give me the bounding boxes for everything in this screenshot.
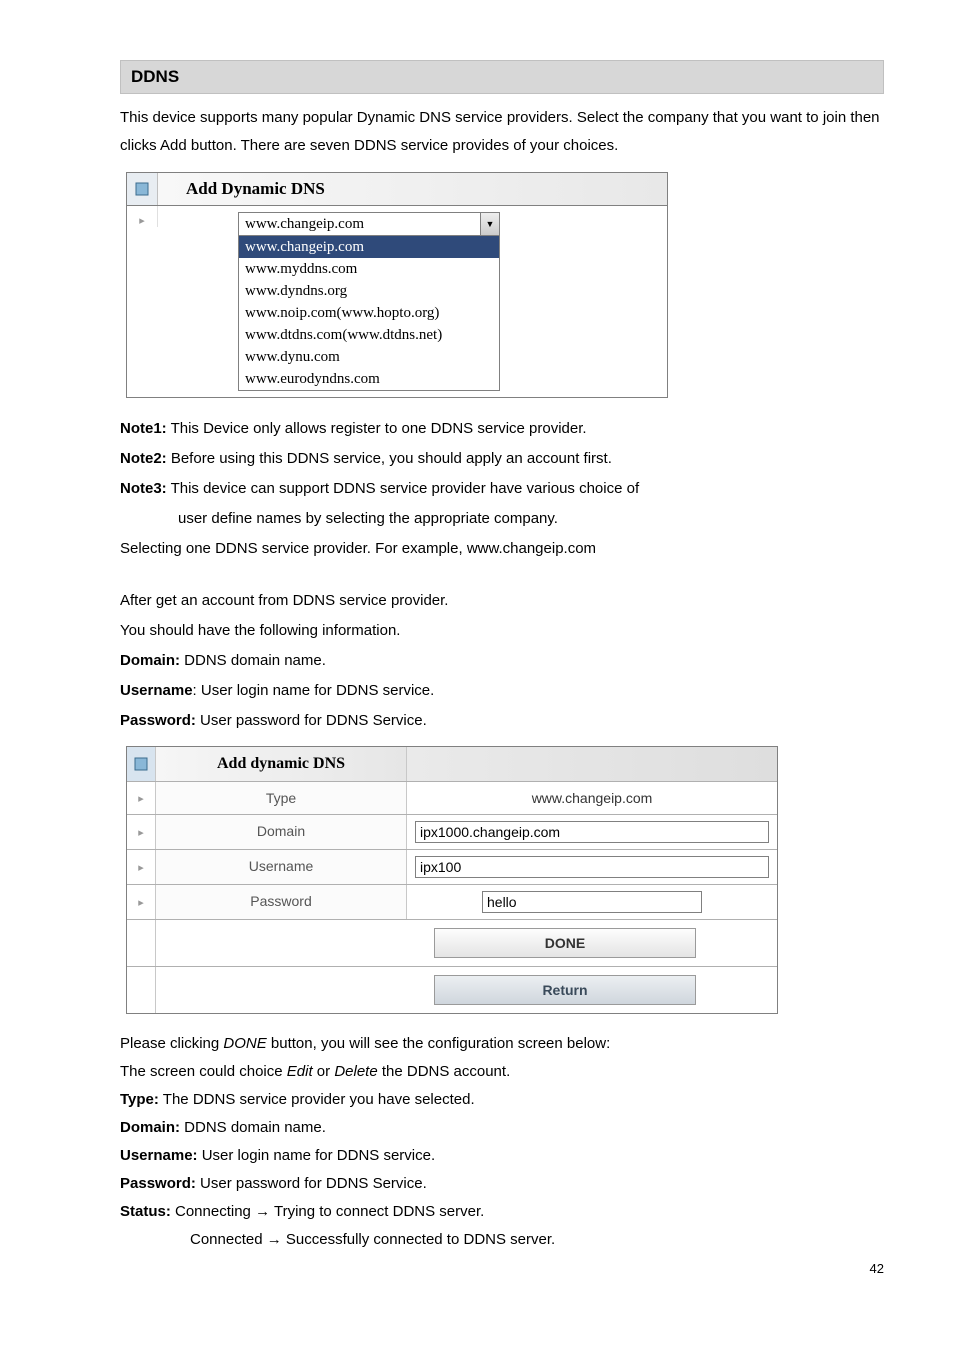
definition-line: Domain: DDNS domain name. — [120, 1116, 884, 1140]
page-number: 42 — [870, 1261, 884, 1276]
definition-line: Status: Connecting → Trying to connect D… — [120, 1200, 884, 1224]
definition-text: User password for DDNS Service. — [196, 1175, 427, 1192]
select-option[interactable]: www.eurodyndns.com — [239, 368, 499, 390]
definition-text: User login name for DDNS service. — [198, 1147, 436, 1164]
field-label-username: Username — [156, 850, 407, 884]
definition-text: DDNS domain name. — [180, 1119, 326, 1136]
definition-line: Domain: DDNS domain name. — [120, 648, 884, 674]
row-marker-icon: ▸ — [127, 815, 156, 849]
password-input[interactable] — [482, 891, 702, 913]
intro-paragraph: This device supports many popular Dynami… — [120, 104, 884, 160]
definition-label: Password: — [120, 712, 196, 729]
select-option[interactable]: www.dynu.com — [239, 346, 499, 368]
field-label-type: Type — [156, 782, 407, 814]
definition-label: Type: — [120, 1091, 159, 1108]
select-option[interactable]: www.dtdns.com(www.dtdns.net) — [239, 324, 499, 346]
definition-line: Type: The DDNS service provider you have… — [120, 1088, 884, 1112]
definition-text: User password for DDNS Service. — [196, 712, 427, 729]
panel-title: Add dynamic DNS — [156, 747, 407, 781]
note-label: Note2: — [120, 450, 167, 467]
definition-label: Domain: — [120, 1119, 180, 1136]
body-text: After get an account from DDNS service p… — [120, 588, 884, 614]
definition-line: Password: User password for DDNS Service… — [120, 708, 884, 734]
body-text: You should have the following informatio… — [120, 618, 884, 644]
section-heading: DDNS — [120, 60, 884, 94]
username-input[interactable] — [415, 856, 769, 878]
definition-label: Username: — [120, 1147, 198, 1164]
note-line: Note1: This Device only allows register … — [120, 416, 884, 442]
definition-label: Username — [120, 682, 193, 699]
select-option[interactable]: www.dyndns.org — [239, 280, 499, 302]
select-option[interactable]: www.myddns.com — [239, 258, 499, 280]
italic-text: DONE — [223, 1035, 266, 1052]
field-value-type: www.changeip.com — [407, 782, 777, 814]
note-label: Note3: — [120, 480, 167, 497]
return-button[interactable]: Return — [434, 975, 696, 1005]
select-option[interactable]: www.noip.com(www.hopto.org) — [239, 302, 499, 324]
definition-label: Status: — [120, 1203, 171, 1220]
note-line: Note2: Before using this DDNS service, y… — [120, 446, 884, 472]
definition-line: Password: User password for DDNS Service… — [120, 1172, 884, 1196]
body-text: Please clicking DONE button, you will se… — [120, 1032, 884, 1056]
select-option-list: www.changeip.com www.myddns.com www.dynd… — [239, 235, 499, 390]
field-label-password: Password — [156, 885, 407, 919]
panel-icon — [127, 173, 158, 205]
select-current-value: www.changeip.com — [239, 216, 480, 233]
italic-text: Delete — [334, 1063, 377, 1080]
figure-add-dynamic-dns-form: Add dynamic DNS ▸ Type www.changeip.com … — [126, 746, 884, 1014]
definition-line: Username: User login name for DDNS servi… — [120, 678, 884, 704]
definition-text: DDNS domain name. — [180, 652, 326, 669]
select-option[interactable]: www.changeip.com — [239, 236, 499, 258]
document-page: DDNS This device supports many popular D… — [0, 0, 954, 1296]
note-line: Note3: This device can support DDNS serv… — [120, 476, 884, 502]
done-button[interactable]: DONE — [434, 928, 696, 958]
row-marker-icon: ▸ — [127, 782, 156, 814]
body-text: The screen could choice Edit or Delete t… — [120, 1060, 884, 1084]
note-continuation: user define names by selecting the appro… — [120, 506, 884, 532]
definition-text: : User login name for DDNS service. — [193, 682, 435, 699]
note-text: Before using this DDNS service, you shou… — [167, 450, 612, 467]
note-label: Note1: — [120, 420, 167, 437]
body-text: Selecting one DDNS service provider. For… — [120, 536, 884, 562]
domain-input[interactable] — [415, 821, 769, 843]
field-label-domain: Domain — [156, 815, 407, 849]
row-marker-icon: ▸ — [127, 885, 156, 919]
chevron-down-icon[interactable]: ▼ — [480, 213, 499, 235]
italic-text: Edit — [287, 1063, 313, 1080]
definition-label: Password: — [120, 1175, 196, 1192]
definition-text: The DDNS service provider you have selec… — [159, 1091, 475, 1108]
panel-icon — [127, 747, 156, 781]
definition-label: Domain: — [120, 652, 180, 669]
note-text: This device can support DDNS service pro… — [167, 480, 639, 497]
row-marker-icon: ▸ — [127, 206, 158, 227]
note-text: This Device only allows register to one … — [167, 420, 587, 437]
row-marker-icon: ▸ — [127, 850, 156, 884]
figure-add-dynamic-dns-dropdown: Add Dynamic DNS ▸ www.changeip.com ▼ www… — [126, 172, 884, 398]
definition-continuation: Connected → Successfully connected to DD… — [120, 1228, 884, 1252]
ddns-provider-select[interactable]: www.changeip.com ▼ www.changeip.com www.… — [238, 212, 500, 391]
definition-text: Connecting → Trying to connect DDNS serv… — [171, 1203, 484, 1220]
panel-title: Add Dynamic DNS — [158, 173, 667, 205]
definition-line: Username: User login name for DDNS servi… — [120, 1144, 884, 1168]
